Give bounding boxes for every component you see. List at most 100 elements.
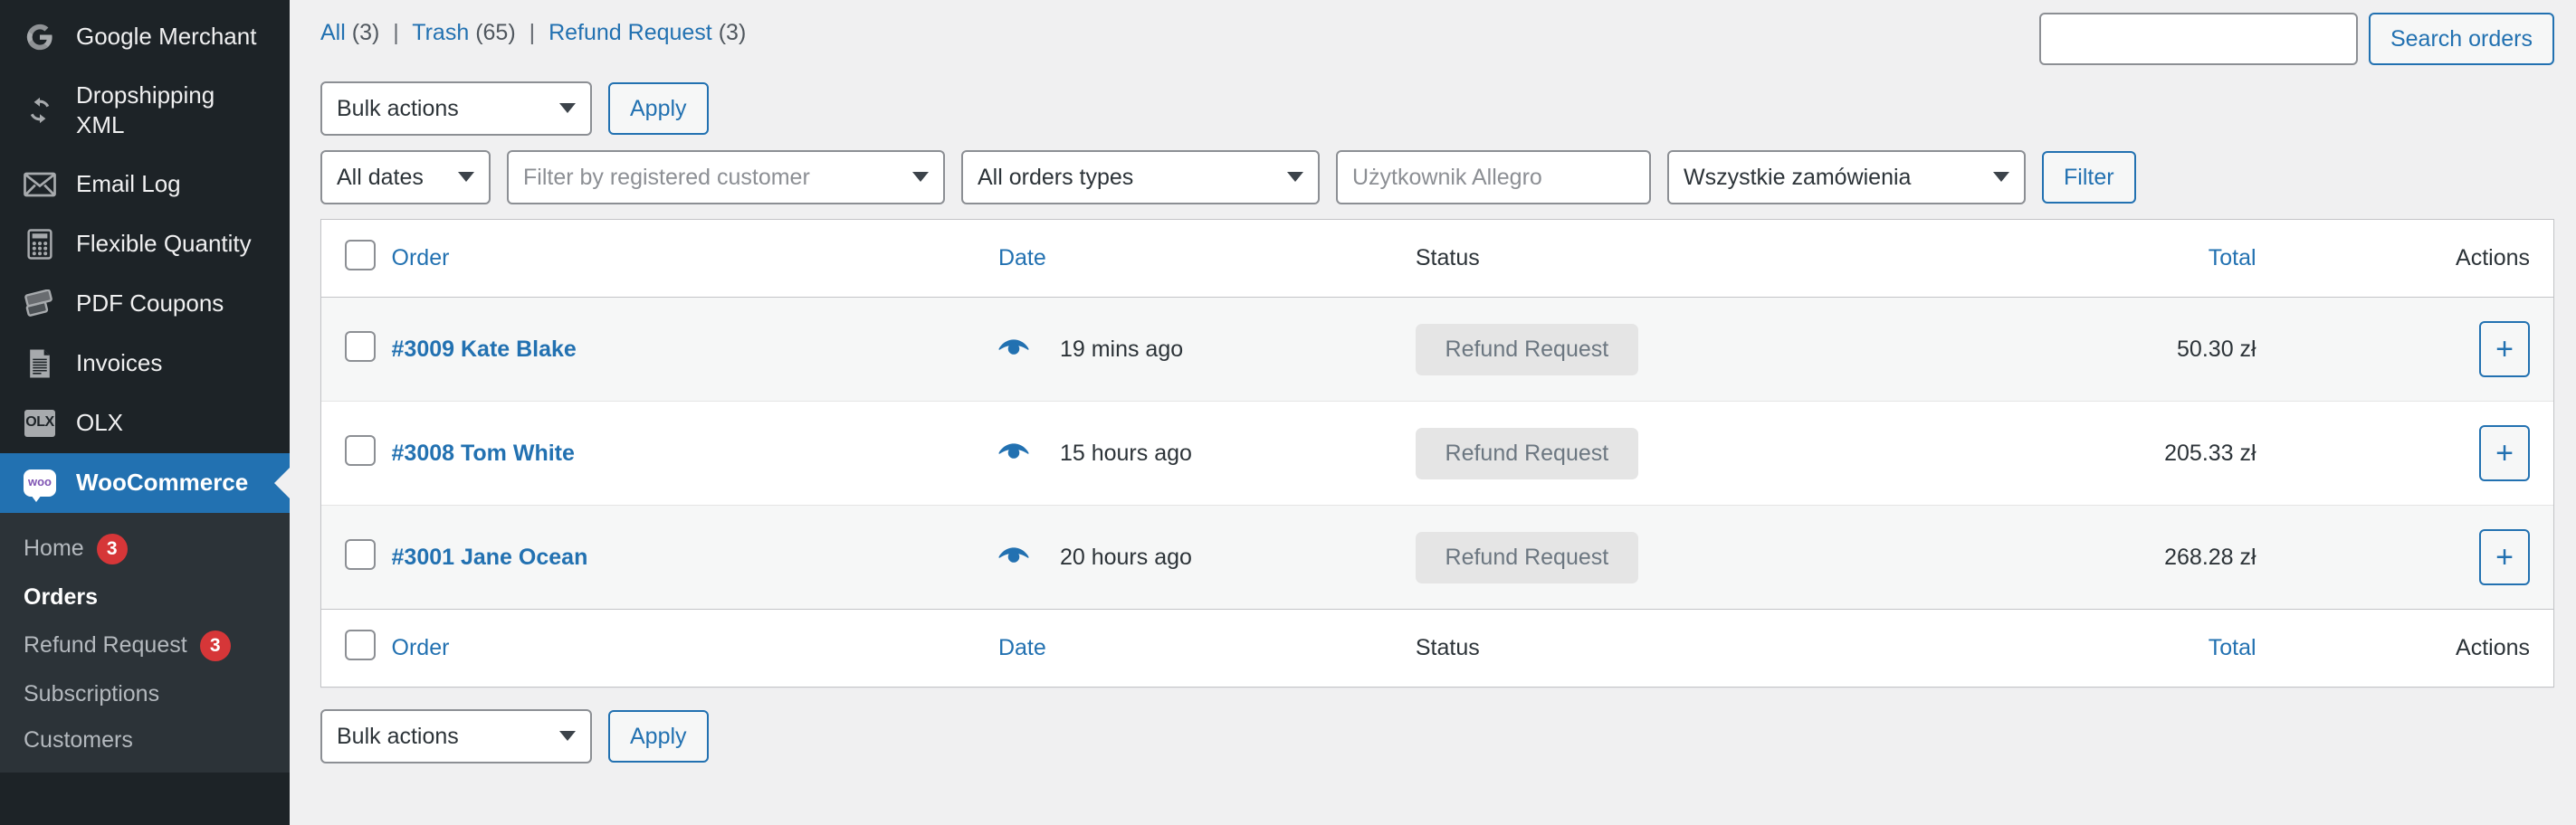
row-order-cell: #3009 Kate Blake [391, 297, 998, 402]
row-order-cell: #3008 Tom White [391, 401, 998, 506]
sidebar-submenu-woocommerce: Home 3 Orders Refund Request 3 Subscript… [0, 512, 290, 773]
bulk-actions-bottom: Bulk actions Apply [320, 709, 2554, 763]
sidebar-item-pdf-coupons[interactable]: PDF Coupons [0, 274, 290, 334]
sidebar-subitem-subscriptions[interactable]: Subscriptions [0, 671, 290, 717]
sidebar-item-email-log[interactable]: Email Log [0, 155, 290, 214]
row-actions-cell: + [2306, 505, 2553, 610]
date-filter-select[interactable]: All dates [320, 150, 491, 204]
sidebar-subitem-label: Subscriptions [24, 680, 160, 706]
column-footer-actions-label: Actions [2456, 635, 2530, 660]
column-footer-status: Status [1415, 609, 1795, 687]
filter-button[interactable]: Filter [2042, 151, 2136, 204]
sidebar-subitem-orders[interactable]: Orders [0, 574, 290, 621]
column-header-actions: Actions [2306, 220, 2553, 298]
row-actions-cell: + [2306, 297, 2553, 402]
select-all-checkbox-top[interactable] [345, 240, 376, 270]
admin-sidebar: Google Merchant Dropshipping XML Email L… [0, 0, 290, 825]
orders-table-foot: Order Date Status Total Actions [321, 609, 2553, 687]
chevron-down-icon [458, 171, 474, 182]
sort-link-total[interactable]: Total [2209, 245, 2256, 270]
table-footer-row: Order Date Status Total Actions [321, 609, 2553, 687]
column-header-date: Date [997, 220, 1416, 298]
table-row[interactable]: #3009 Kate Blake 19 mins ago Refund Requ… [321, 297, 2553, 402]
sidebar-subitem-label: Customers [24, 726, 133, 753]
orders-table-head: Order Date Status Total Actions [321, 220, 2553, 298]
row-status-cell: Refund Request [1415, 401, 1795, 506]
orders-table-body: #3009 Kate Blake 19 mins ago Refund Requ… [321, 297, 2553, 610]
search-orders-button[interactable]: Search orders [2368, 13, 2554, 65]
view-link-all[interactable]: All [320, 20, 346, 45]
sidebar-subitem-customers[interactable]: Customers [0, 717, 290, 763]
search-input[interactable] [2038, 13, 2358, 65]
select-all-checkbox-bottom[interactable] [345, 630, 376, 660]
order-link[interactable]: #3008 Tom White [392, 441, 575, 466]
order-search: Search orders [2038, 13, 2554, 65]
table-row[interactable]: #3001 Jane Ocean 20 hours ago Refund Req… [321, 505, 2553, 610]
order-link[interactable]: #3001 Jane Ocean [392, 545, 588, 570]
olx-logo-text: OLX [24, 409, 55, 437]
woo-logo-text: woo [24, 469, 56, 502]
document-icon [24, 347, 56, 380]
woocommerce-icon: woo [24, 467, 56, 502]
bulk-actions-select-top[interactable]: Bulk actions [320, 81, 592, 136]
column-footer-order: Order [391, 609, 998, 687]
row-date-cell: 20 hours ago [997, 505, 1416, 610]
eye-icon[interactable] [998, 547, 1029, 567]
status-badge: Refund Request [1415, 427, 1638, 479]
date-filter-value: All dates [337, 164, 424, 190]
sidebar-subitem-home[interactable]: Home 3 [0, 524, 290, 574]
row-total-cell: 268.28 zł [1794, 505, 2307, 610]
row-checkbox[interactable] [345, 434, 376, 466]
sort-link-total-footer[interactable]: Total [2209, 635, 2256, 660]
view-count-refund-request: (3) [718, 20, 747, 45]
column-header-status-label: Status [1415, 245, 1480, 270]
order-link[interactable]: #3009 Kate Blake [392, 337, 577, 362]
orders-topbar: All (3) | Trash (65) | Refund Request (3… [320, 0, 2554, 65]
select-all-footer [321, 609, 392, 687]
chevron-down-icon [912, 171, 929, 182]
allegro-user-input[interactable] [1336, 150, 1651, 204]
sidebar-item-google-merchant[interactable]: Google Merchant [0, 7, 290, 67]
google-icon [24, 21, 56, 53]
bulk-actions-select-bottom-value: Bulk actions [337, 723, 459, 749]
view-link-trash[interactable]: Trash [412, 20, 469, 45]
sidebar-item-flexible-quantity[interactable]: Flexible Quantity [0, 214, 290, 274]
apply-button-top[interactable]: Apply [608, 82, 709, 135]
view-separator: | [393, 20, 399, 45]
sort-link-date[interactable]: Date [998, 245, 1046, 270]
sort-link-date-footer[interactable]: Date [998, 635, 1046, 660]
order-date-text: 15 hours ago [1059, 440, 1192, 466]
orders-table: Order Date Status Total Actions #3009 Ka… [321, 220, 2553, 687]
plus-icon[interactable]: + [2479, 529, 2530, 585]
sidebar-item-label: Invoices [76, 348, 163, 376]
view-link-refund-request[interactable]: Refund Request [549, 20, 712, 45]
sidebar-item-invoices[interactable]: Invoices [0, 334, 290, 394]
calculator-icon [24, 228, 56, 261]
order-type-filter-select[interactable]: All orders types [961, 150, 1320, 204]
row-date-cell: 19 mins ago [997, 297, 1416, 402]
eye-icon[interactable] [998, 339, 1029, 359]
sidebar-item-woocommerce[interactable]: woo WooCommerce [0, 452, 290, 513]
customer-filter-select[interactable]: Filter by registered customer [507, 150, 945, 204]
table-row[interactable]: #3008 Tom White 15 hours ago Refund Requ… [321, 401, 2553, 506]
sidebar-item-woocommerce-wrap: woo WooCommerce [0, 452, 290, 513]
column-footer-date: Date [997, 609, 1416, 687]
sidebar-subitem-label: Refund Request [24, 632, 187, 659]
home-count-badge: 3 [96, 533, 128, 564]
row-select-cell [321, 505, 392, 610]
sort-link-order[interactable]: Order [392, 245, 450, 270]
allegro-orders-filter-select[interactable]: Wszystkie zamówienia [1667, 150, 2026, 204]
table-header-row: Order Date Status Total Actions [321, 220, 2553, 298]
sidebar-item-olx[interactable]: OLX OLX [0, 394, 290, 453]
sort-link-order-footer[interactable]: Order [392, 635, 450, 660]
sidebar-subitem-refund-request[interactable]: Refund Request 3 [0, 621, 290, 671]
column-footer-actions: Actions [2306, 609, 2553, 687]
row-checkbox[interactable] [345, 330, 376, 362]
bulk-actions-select-bottom[interactable]: Bulk actions [320, 709, 592, 763]
sidebar-item-dropshipping-xml[interactable]: Dropshipping XML [0, 67, 290, 155]
row-checkbox[interactable] [345, 538, 376, 570]
apply-button-bottom[interactable]: Apply [608, 710, 709, 763]
plus-icon[interactable]: + [2479, 425, 2530, 481]
plus-icon[interactable]: + [2479, 321, 2530, 377]
eye-icon[interactable] [998, 443, 1029, 463]
